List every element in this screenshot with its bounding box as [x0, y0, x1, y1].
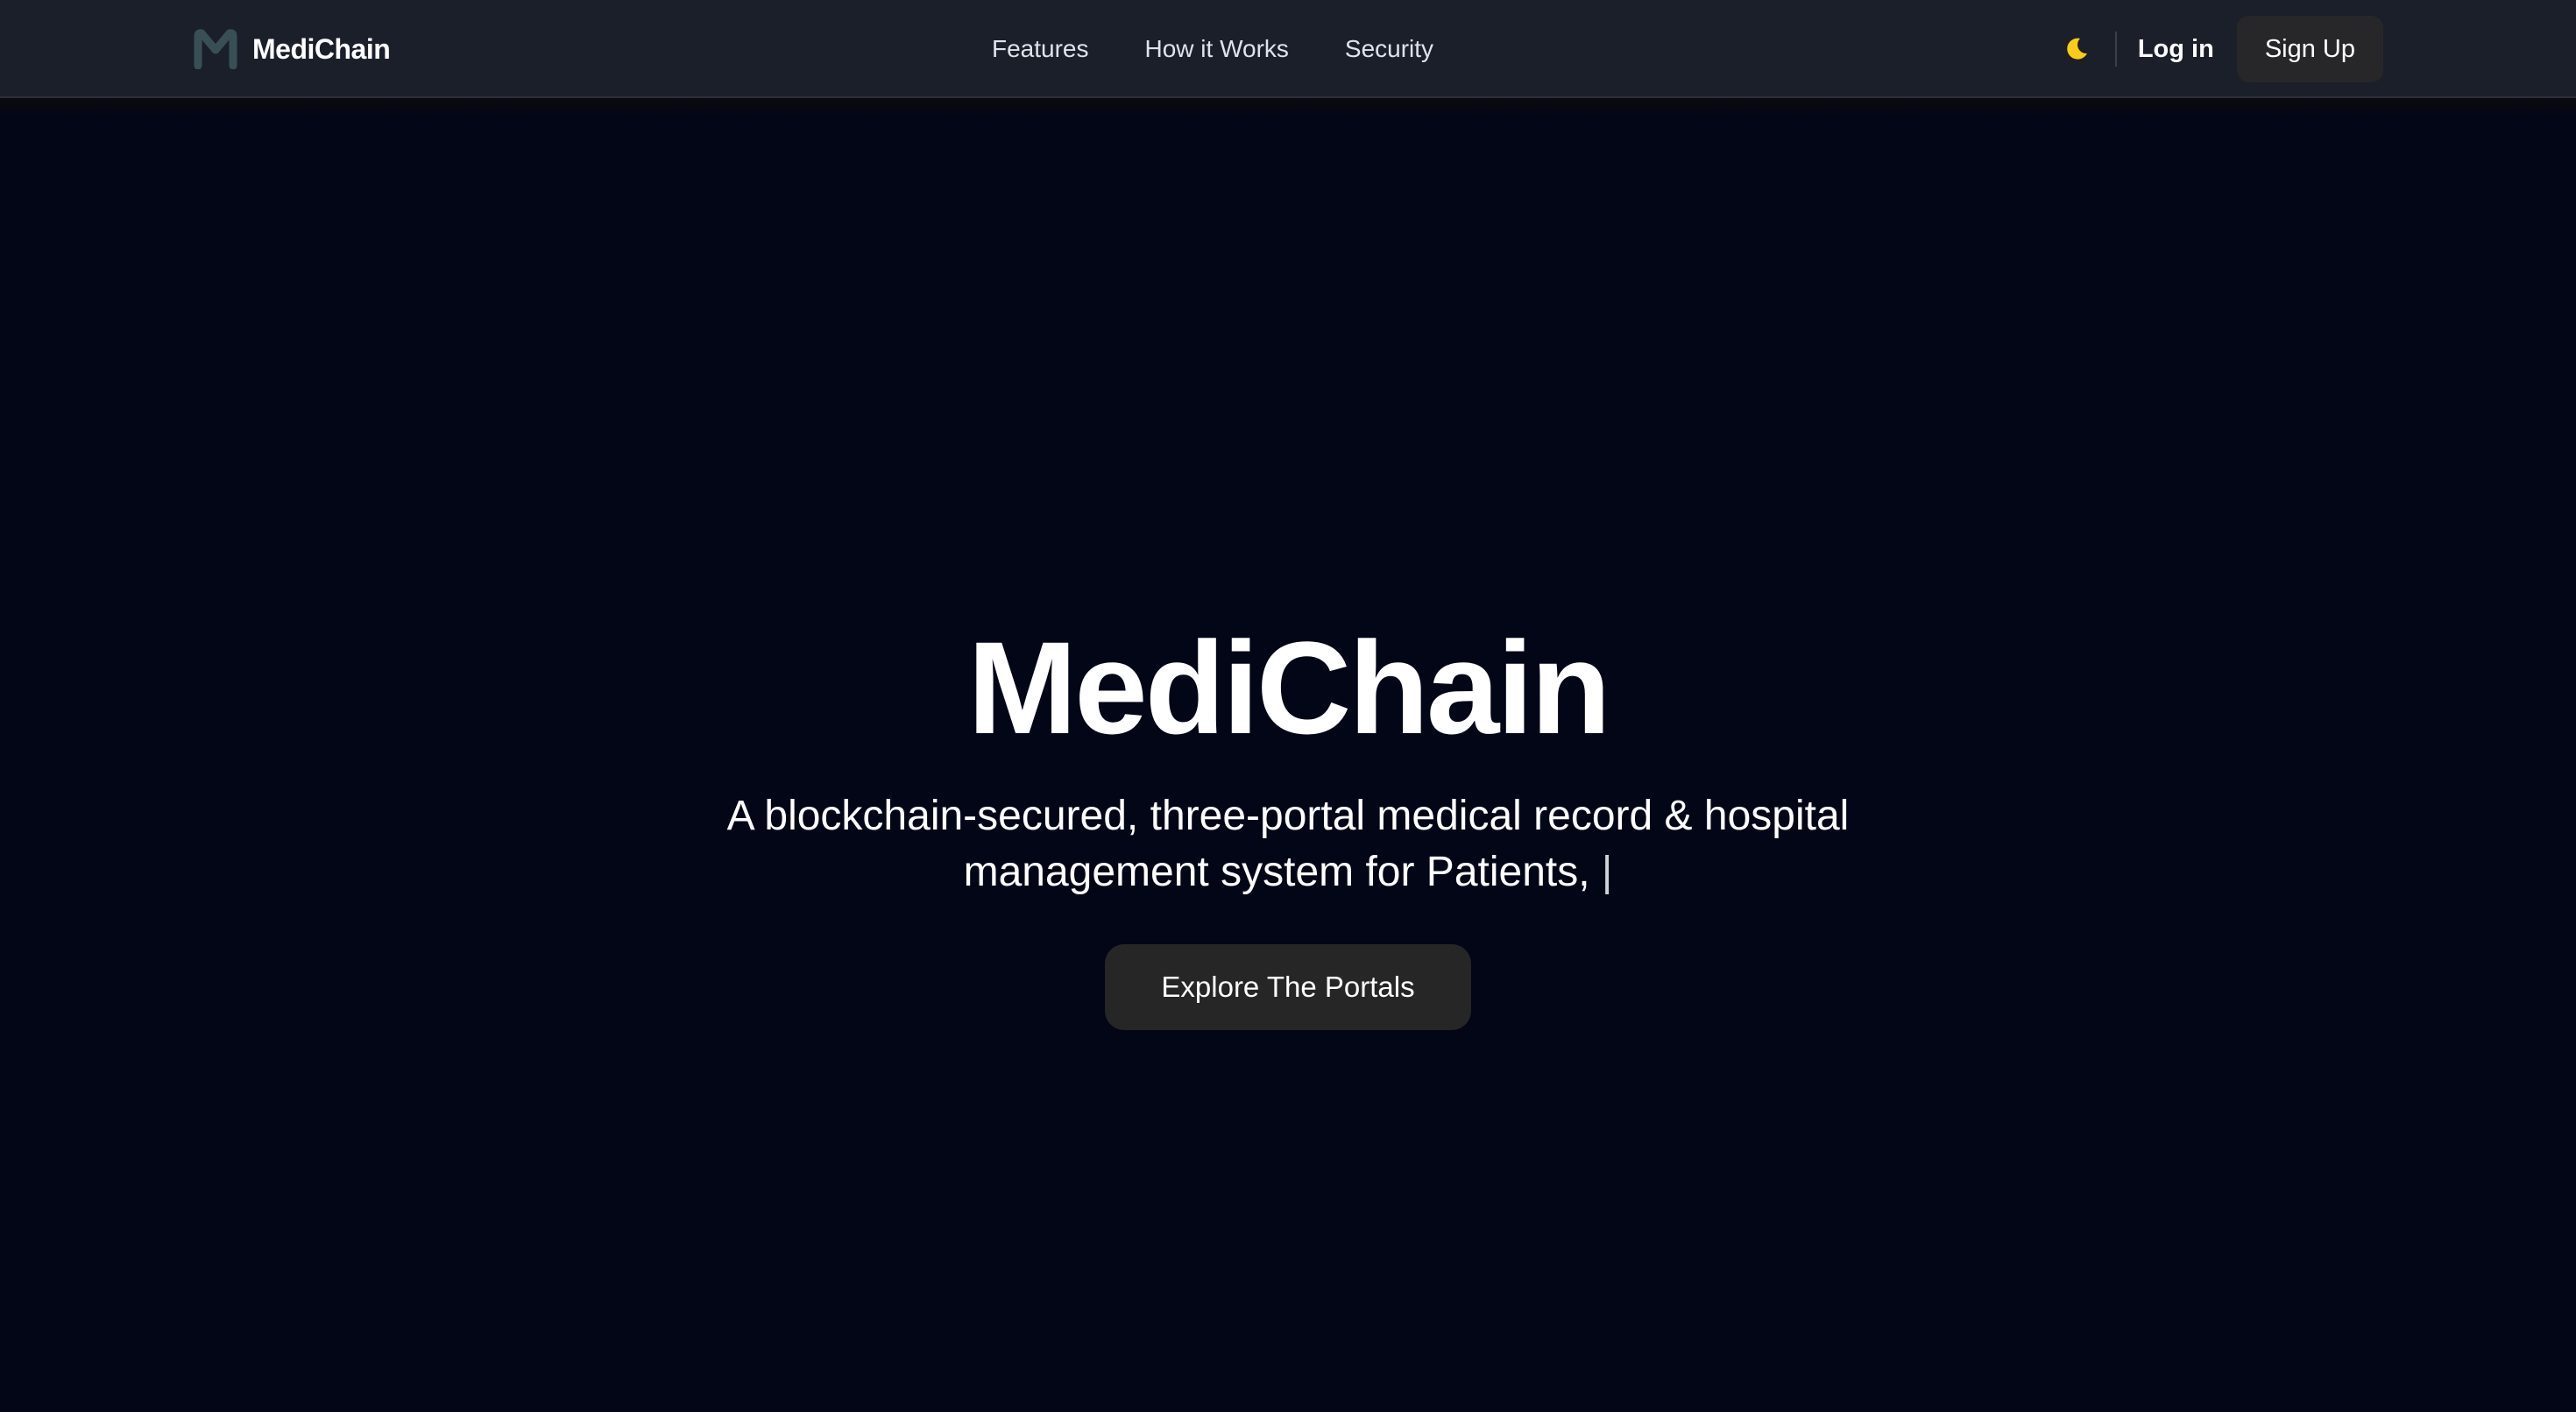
- top-navbar: MediChain Features How it Works Security…: [0, 0, 2576, 98]
- hero-subtitle-line-1: A blockchain-secured, three-portal medic…: [726, 793, 1850, 839]
- navbar-shadow: [0, 98, 2576, 117]
- brand-name: MediChain: [252, 32, 391, 65]
- nav-actions: Log in Sign Up: [2054, 16, 2383, 82]
- nav-link-security[interactable]: Security: [1345, 35, 1433, 63]
- moon-icon: [2067, 38, 2087, 60]
- signup-button[interactable]: Sign Up: [2236, 16, 2383, 82]
- typing-cursor: |: [1601, 849, 1613, 895]
- hero-subtitle-line-2: management system for Patients,: [963, 849, 1590, 895]
- hero-subtitle: A blockchain-secured, three-portal medic…: [718, 788, 1858, 900]
- nav-link-features[interactable]: Features: [992, 35, 1089, 63]
- primary-nav: Features How it Works Security: [992, 30, 1433, 68]
- hero-title: MediChain: [967, 614, 1610, 761]
- explore-portals-button[interactable]: Explore The Portals: [1105, 944, 1471, 1030]
- hero-section: MediChain A blockchain-secured, three-po…: [0, 604, 2576, 1030]
- theme-toggle-button[interactable]: [2054, 26, 2099, 72]
- nav-divider: [2114, 32, 2117, 67]
- login-link[interactable]: Log in: [2138, 35, 2214, 64]
- brand-home-link[interactable]: MediChain: [193, 26, 391, 72]
- nav-link-how-it-works[interactable]: How it Works: [1145, 35, 1289, 63]
- medichain-m-logo-icon: [194, 29, 237, 69]
